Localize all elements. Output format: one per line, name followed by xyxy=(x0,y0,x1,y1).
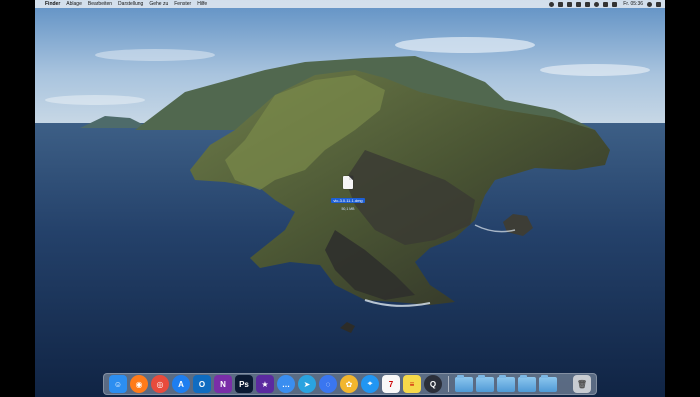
record-icon[interactable] xyxy=(549,1,555,7)
dock-quicktime-icon[interactable]: Q xyxy=(424,375,442,393)
dock-folder-5-icon[interactable] xyxy=(539,374,557,392)
desktop-file-icon[interactable]: vlc-3.0.11.1.dmg 50,1 MB xyxy=(328,176,368,211)
volume-icon[interactable] xyxy=(585,1,591,7)
spotlight-icon[interactable] xyxy=(647,1,652,7)
menu-bearbeiten[interactable]: Bearbeiten xyxy=(88,1,112,7)
dropbox-icon[interactable] xyxy=(558,1,564,7)
dock-messages-icon[interactable]: … xyxy=(277,375,295,393)
menu-darstellung[interactable]: Darstellung xyxy=(118,1,143,7)
dock-folder-4-icon[interactable] xyxy=(518,374,536,392)
battery-icon[interactable] xyxy=(612,1,618,7)
dock-signal-icon[interactable]: ◌ xyxy=(319,375,337,393)
dock-onenote-icon[interactable]: N xyxy=(214,375,232,393)
screen-icon[interactable] xyxy=(567,1,573,7)
menu-clock[interactable]: Fr. 05:36 xyxy=(623,1,643,7)
dock-trash-icon[interactable]: 🗑 xyxy=(573,375,591,393)
menu-finder[interactable]: Finder xyxy=(45,1,60,7)
menu-bar: Finder Ablage Bearbeiten Darstellung Geh… xyxy=(35,0,665,8)
desktop: Finder Ablage Bearbeiten Darstellung Geh… xyxy=(35,0,665,397)
dock-safari-icon[interactable]: ⌖ xyxy=(361,375,379,393)
menu-ablage[interactable]: Ablage xyxy=(66,1,82,7)
dock-folder-3-icon[interactable] xyxy=(497,374,515,392)
letterbox-left xyxy=(0,0,35,397)
dock: ☺ ◉ ◎ A O N Ps ★… ➤ ◌ ✿ ⌖ 7 ≡ Q 🗑 xyxy=(103,373,597,395)
menu-hilfe[interactable]: Hilfe xyxy=(197,1,207,7)
keyboard-icon[interactable] xyxy=(603,1,609,7)
dock-notes-icon[interactable]: ≡ xyxy=(403,375,421,393)
dock-folder-2-icon[interactable] xyxy=(476,374,494,392)
dock-separator xyxy=(448,376,449,392)
desktop-file-size: 50,1 MB xyxy=(341,207,355,211)
dock-finder-icon[interactable]: ☺ xyxy=(109,375,127,393)
dock-telegram-icon[interactable]: ➤ xyxy=(298,375,316,393)
status-area: Fr. 05:36 xyxy=(549,1,661,7)
dock-firefox-icon[interactable]: ◉ xyxy=(130,375,148,393)
desktop-file-name: vlc-3.0.11.1.dmg xyxy=(331,198,365,203)
menu-fenster[interactable]: Fenster xyxy=(174,1,191,7)
dock-app-store-icon[interactable]: A xyxy=(172,375,190,393)
menu-gehe-zu[interactable]: Gehe zu xyxy=(149,1,168,7)
dock-imovie-icon[interactable]: ★ xyxy=(256,375,274,393)
control-center-icon[interactable] xyxy=(656,1,661,7)
letterbox-right xyxy=(665,0,700,397)
dmg-file-icon xyxy=(343,176,353,189)
dock-folder-1-icon[interactable] xyxy=(455,374,473,392)
dock-photoshop-icon[interactable]: Ps xyxy=(235,375,253,393)
bluetooth-icon[interactable] xyxy=(576,1,582,7)
dock-outlook-icon[interactable]: O xyxy=(193,375,211,393)
dock-photos-icon[interactable]: ✿ xyxy=(340,375,358,393)
dock-chrome-icon[interactable]: ◎ xyxy=(151,375,169,393)
wifi-icon[interactable] xyxy=(594,1,600,7)
dock-calendar-icon[interactable]: 7 xyxy=(382,375,400,393)
